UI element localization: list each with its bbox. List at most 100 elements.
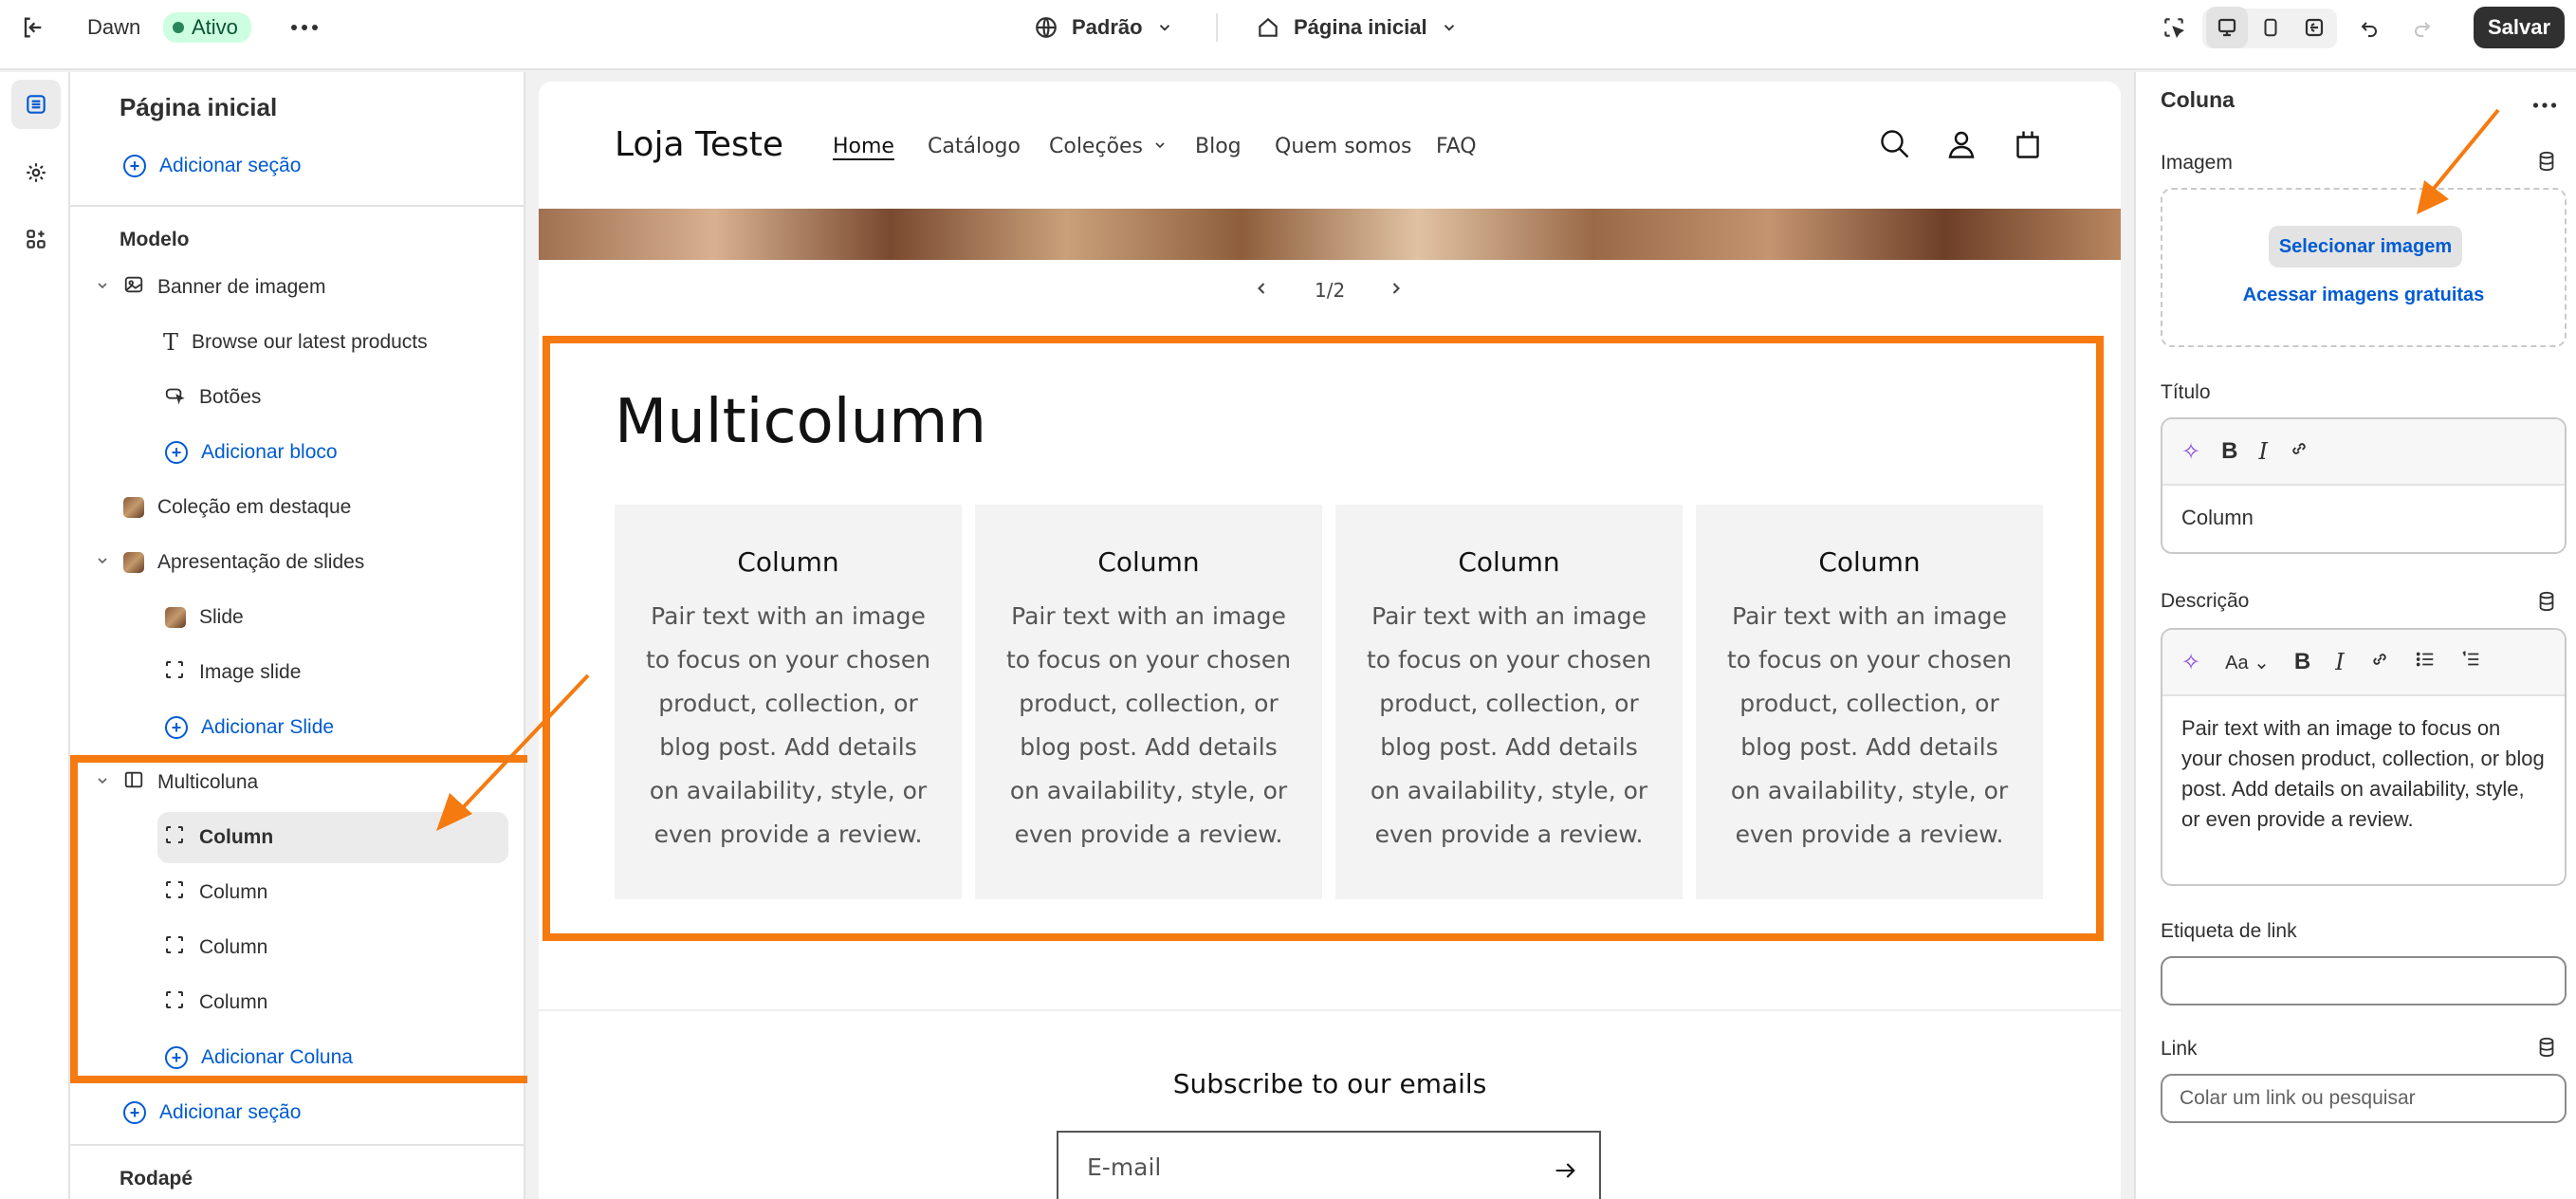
link-input[interactable]: Colar um link ou pesquisar [2161, 1074, 2567, 1123]
highlight-box [70, 755, 535, 1083]
chevron-down-icon[interactable] [95, 276, 112, 299]
divider [70, 1144, 524, 1146]
link-icon[interactable] [2289, 438, 2309, 466]
template-selector-label: Padrão [1072, 15, 1143, 39]
sidebar-title: Página inicial [120, 93, 278, 121]
text-icon: T [163, 329, 179, 356]
inspect-icon[interactable] [2153, 7, 2195, 48]
bold-icon[interactable]: B [2294, 649, 2310, 675]
left-rail [0, 72, 70, 1199]
nav-faq[interactable]: FAQ [1436, 135, 1477, 158]
description-input[interactable]: Pair text with an image to focus on your… [2162, 696, 2565, 852]
subscribe-title: Subscribe to our emails [1172, 1068, 1487, 1099]
account-icon[interactable] [1944, 127, 1978, 166]
image-picker: Selecionar imagem Acessar imagens gratui… [2161, 188, 2567, 347]
redo-icon[interactable] [2401, 7, 2443, 48]
link-icon[interactable] [2369, 649, 2390, 676]
nav-home[interactable]: Home [833, 135, 894, 158]
link-label-input[interactable] [2161, 956, 2567, 1005]
nav-collections[interactable]: Coleções [1049, 135, 1168, 158]
free-images-link[interactable]: Acessar imagens gratuitas [2162, 285, 2565, 306]
highlight-box [543, 336, 2104, 941]
nav-catalog[interactable]: Catálogo [928, 135, 1021, 158]
block-buttons[interactable]: Botões [70, 372, 524, 423]
thumbnail-image [123, 497, 144, 518]
image-label: Imagem [2161, 152, 2233, 174]
add-section-button-bottom[interactable]: + Adicionar seção [70, 1087, 524, 1138]
cart-icon[interactable] [2011, 127, 2045, 166]
divider [539, 1009, 2121, 1011]
mobile-view-icon[interactable] [2250, 7, 2291, 48]
chevron-down-icon [1152, 135, 1168, 158]
chevron-right-icon[interactable] [1387, 279, 1406, 303]
image-icon [123, 274, 144, 301]
add-section-label: Adicionar seção [159, 155, 302, 176]
divider [1216, 13, 1218, 42]
editor-toolbar: ✧ Aa ⌄ B I [2162, 630, 2565, 696]
title-input[interactable]: Column [2162, 486, 2565, 550]
panel-title: Coluna [2161, 87, 2235, 112]
bullet-list-icon[interactable] [2415, 649, 2436, 676]
chevron-left-icon[interactable] [1252, 279, 1271, 303]
divider [70, 205, 524, 207]
apps-icon[interactable] [11, 214, 61, 264]
add-section-button[interactable]: + Adicionar seção [70, 140, 524, 192]
title-label: Título [2161, 381, 2211, 403]
database-icon[interactable] [2536, 150, 2557, 177]
block-image-slide[interactable]: Image slide [70, 647, 524, 698]
numbered-list-icon[interactable] [2460, 649, 2481, 676]
database-icon[interactable] [2536, 590, 2557, 618]
arrow-right-icon[interactable] [1552, 1157, 1578, 1190]
add-block-button[interactable]: + Adicionar bloco [70, 427, 524, 478]
sparkle-icon[interactable]: ✧ [2181, 438, 2200, 466]
undo-icon[interactable] [2348, 7, 2390, 48]
block-slide[interactable]: Slide [70, 592, 524, 643]
more-icon[interactable] [2532, 97, 2557, 114]
sections-icon[interactable] [11, 80, 61, 129]
thumbnail-image [123, 552, 144, 573]
store-header: Loja Teste Home Catálogo Coleções Blog Q… [539, 82, 2121, 209]
section-image-banner[interactable]: Banner de imagem [70, 262, 524, 313]
template-heading: Modelo [120, 229, 190, 250]
title-editor[interactable]: ✧ B I Column [2161, 417, 2567, 554]
description-label: Descrição [2161, 590, 2250, 612]
link-label-label: Etiqueta de link [2161, 920, 2297, 942]
database-icon[interactable] [2536, 1036, 2557, 1063]
button-icon [163, 384, 186, 411]
italic-icon[interactable]: I [2335, 649, 2344, 675]
slide-counter: 1/2 [1315, 279, 1346, 302]
chevron-down-icon [1156, 19, 1173, 36]
block-dashed-icon [163, 658, 186, 687]
template-selector[interactable]: Padrão [1034, 0, 1173, 55]
select-image-button[interactable]: Selecionar imagem [2269, 226, 2462, 267]
status-badge: Ativo [163, 12, 251, 43]
email-field[interactable]: E-mail [1057, 1131, 1601, 1199]
store-logo[interactable]: Loja Teste [615, 125, 783, 164]
italic-icon[interactable]: I [2258, 438, 2267, 465]
sparkle-icon[interactable]: ✧ [2181, 649, 2200, 676]
more-icon[interactable] [290, 0, 319, 55]
fullscreen-view-icon[interactable] [2293, 7, 2335, 48]
desktop-view-icon[interactable] [2206, 7, 2248, 48]
section-featured-collection[interactable]: Coleção em destaque [70, 482, 524, 533]
chevron-down-icon[interactable] [95, 551, 112, 574]
text-style-icon[interactable]: Aa ⌄ [2225, 651, 2270, 674]
page-selector[interactable]: Página inicial [1256, 0, 1458, 55]
nav-blog[interactable]: Blog [1195, 135, 1242, 158]
footer-heading: Rodapé [120, 1168, 193, 1190]
nav-about[interactable]: Quem somos [1275, 135, 1412, 158]
plus-circle-icon: + [123, 1101, 146, 1124]
add-slide-button[interactable]: + Adicionar Slide [70, 702, 524, 753]
top-bar: Dawn Ativo Padrão Página inicial Salvar [0, 0, 2576, 70]
exit-icon[interactable] [19, 0, 46, 55]
search-icon[interactable] [1878, 127, 1912, 166]
description-editor[interactable]: ✧ Aa ⌄ B I Pair text with an image to fo… [2161, 628, 2567, 886]
plus-circle-icon: + [165, 716, 188, 739]
save-button[interactable]: Salvar [2474, 7, 2565, 48]
globe-icon [1034, 15, 1058, 40]
section-slideshow[interactable]: Apresentação de slides [70, 537, 524, 588]
settings-icon[interactable] [11, 148, 61, 197]
editor-toolbar: ✧ B I [2162, 419, 2565, 486]
bold-icon[interactable]: B [2221, 438, 2237, 465]
block-text[interactable]: T Browse our latest products [70, 317, 524, 368]
